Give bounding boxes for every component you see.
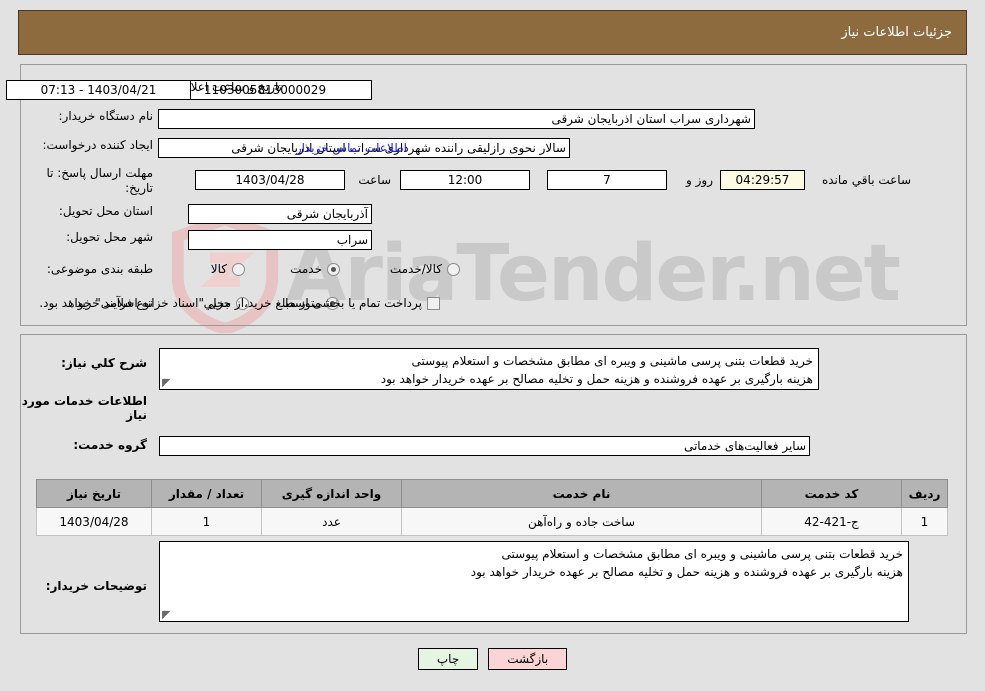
th-unit: واحد اندازه گیری	[261, 479, 402, 508]
print-button[interactable]: چاپ	[417, 648, 479, 670]
category-option-label-2: کالا/خدمت	[389, 262, 442, 276]
delivery-province-label-row: استان محل تحویل:	[59, 204, 153, 219]
delivery-province-label: استان محل تحویل:	[58, 204, 153, 218]
services-table: ردیف کد خدمت نام خدمت واحد اندازه گیری ت…	[36, 479, 948, 536]
td-service-code: ج-421-42	[761, 507, 902, 536]
td-service-name: ساخت جاده و راه‌آهن	[401, 507, 762, 536]
td-quantity: 1	[151, 507, 262, 536]
treasury-bond-label: پرداخت تمام یا بخشی از مبلغ خرید،از محل …	[39, 296, 422, 310]
category-option-kala-khedmat[interactable]: کالا/خدمت	[390, 262, 460, 276]
th-need-date: تاریخ نیاز	[36, 479, 152, 508]
radio-khedmat-icon[interactable]	[327, 262, 340, 276]
general-desc-value: خرید قطعات بتنی پرسی ماشینی و ویبره ای م…	[380, 354, 813, 386]
table-row: 1 ج-421-42 ساخت جاده و راه‌آهن عدد 1 140…	[36, 507, 948, 536]
contact-link-row: اطلاعات تماس خریدار	[296, 138, 407, 158]
page-title: جزئیات اطلاعات نیاز	[841, 25, 952, 40]
deadline-date-field[interactable]: 1403/04/28	[195, 170, 345, 190]
th-service-name: نام خدمت	[401, 479, 762, 508]
category-option-kala[interactable]: کالا	[211, 262, 245, 276]
table-header-row: ردیف کد خدمت نام خدمت واحد اندازه گیری ت…	[36, 479, 948, 508]
need-info-panel	[20, 64, 967, 326]
delivery-city-label-row: شهر محل تحویل:	[66, 230, 153, 245]
general-desc-label-row: شرح کلي نیاز:	[61, 356, 147, 371]
deadline-time-label: ساعت	[358, 173, 391, 187]
announce-datetime-field[interactable]: 1403/04/21 - 07:13	[6, 80, 191, 100]
back-button[interactable]: بازگشت	[488, 648, 568, 670]
deadline-days-label-row: روز و	[686, 170, 713, 190]
page-header: جزئیات اطلاعات نیاز	[18, 10, 967, 55]
th-service-code: کد خدمت	[761, 479, 902, 508]
td-radif: 1	[901, 507, 948, 536]
buyer-org-label-row: نام دستگاه خریدار:	[59, 109, 154, 124]
deadline-label-row: مهلت ارسال پاسخ: تا تاریخ:	[25, 166, 153, 196]
th-radif: ردیف	[901, 479, 948, 508]
delivery-province-field[interactable]: آذربایجان شرقی	[188, 204, 372, 224]
treasury-bond-checkbox[interactable]	[427, 296, 440, 310]
services-section-title: اطلاعات خدمات مورد نیاز	[21, 394, 147, 422]
deadline-days-label: روز و	[686, 173, 713, 187]
footer-buttons: بازگشت چاپ	[0, 648, 985, 670]
th-quantity: تعداد / مقدار	[151, 479, 262, 508]
general-desc-label: شرح کلي نیاز:	[61, 356, 147, 370]
service-group-label: گروه خدمت:	[73, 438, 147, 452]
deadline-time-field[interactable]: 12:00	[400, 170, 530, 190]
radio-kala-khedmat-icon[interactable]	[447, 262, 460, 276]
buyer-notes-label-row: توضیحات خریدار:	[46, 579, 147, 594]
delivery-city-field[interactable]: سراب	[188, 230, 372, 250]
radio-kala-icon[interactable]	[232, 262, 245, 276]
buyer-contact-link[interactable]: اطلاعات تماس خریدار	[296, 141, 407, 155]
requester-label: ایجاد کننده درخواست:	[42, 138, 153, 152]
category-option-label-1: خدمت	[290, 262, 322, 276]
category-option-label-0: کالا	[210, 262, 227, 276]
td-need-date: 1403/04/28	[36, 507, 152, 536]
service-group-field[interactable]: سایر فعالیت‌های خدماتی	[159, 436, 810, 456]
treasury-bond-checkbox-row[interactable]: پرداخت تمام یا بخشی از مبلغ خرید،از محل …	[39, 296, 440, 310]
deadline-countdown-label-row: ساعت باقي مانده	[822, 170, 911, 190]
buyer-notes-value: خرید قطعات بتنی پرسی ماشینی و ویبره ای م…	[470, 547, 903, 579]
general-desc-textarea[interactable]: خرید قطعات بتنی پرسی ماشینی و ویبره ای م…	[159, 348, 819, 390]
buyer-org-label: نام دستگاه خریدار:	[58, 109, 154, 123]
category-label: طبقه بندی موضوعی:	[46, 262, 153, 276]
deadline-time-label-row: ساعت	[358, 170, 391, 190]
buyer-notes-label: توضیحات خریدار:	[45, 579, 147, 593]
deadline-countdown-label: ساعت باقي مانده	[821, 173, 911, 187]
deadline-days-field[interactable]: 7	[547, 170, 667, 190]
resize-grip-icon[interactable]: ◥	[162, 376, 172, 389]
service-group-label-row: گروه خدمت:	[73, 438, 147, 453]
deadline-label: مهلت ارسال پاسخ: تا تاریخ:	[46, 166, 153, 195]
td-unit: عدد	[261, 507, 402, 536]
deadline-countdown-field: 04:29:57	[720, 170, 805, 190]
delivery-city-label: شهر محل تحویل:	[66, 230, 153, 244]
buyer-notes-textarea[interactable]: خرید قطعات بتنی پرسی ماشینی و ویبره ای م…	[159, 541, 909, 622]
requester-label-row: ایجاد کننده درخواست:	[42, 138, 153, 153]
services-table-wrap: ردیف کد خدمت نام خدمت واحد اندازه گیری ت…	[36, 479, 948, 536]
category-label-row: طبقه بندی موضوعی:	[47, 262, 153, 277]
category-option-khedmat[interactable]: خدمت	[290, 262, 340, 276]
resize-grip-icon-2[interactable]: ◥	[162, 608, 172, 621]
buyer-org-field[interactable]: شهرداری سراب استان اذربایجان شرقی	[158, 109, 755, 129]
